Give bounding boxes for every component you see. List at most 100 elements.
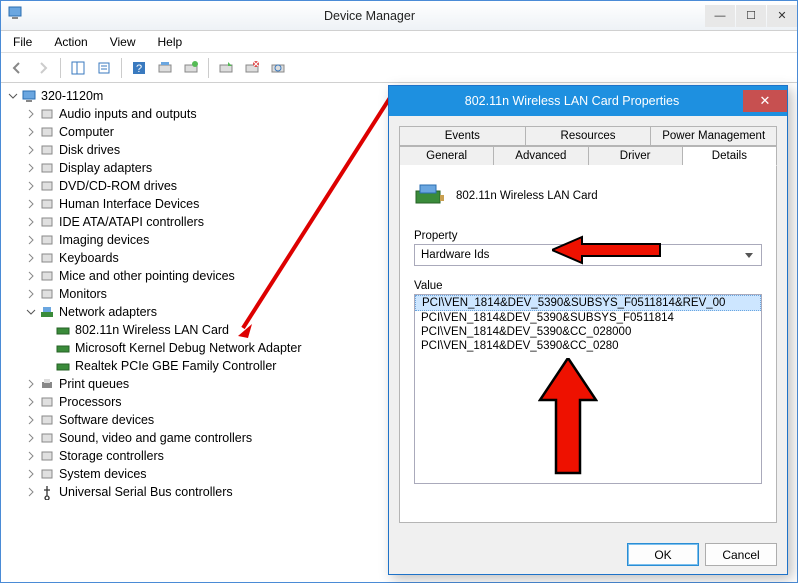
menu-file[interactable]: File xyxy=(7,33,38,51)
svg-text:?: ? xyxy=(136,63,142,75)
show-hide-tree-button[interactable] xyxy=(66,56,90,80)
network-card-icon xyxy=(414,177,446,214)
tab-advanced[interactable]: Advanced xyxy=(494,146,588,166)
tree-child-label: Realtek PCIe GBE Family Controller xyxy=(75,359,276,373)
expander-icon[interactable] xyxy=(25,288,37,300)
tree-item-label: Universal Serial Bus controllers xyxy=(59,485,233,499)
expander-icon[interactable] xyxy=(25,198,37,210)
expander-icon[interactable] xyxy=(25,216,37,228)
default-icon xyxy=(39,196,55,212)
minimize-button[interactable]: — xyxy=(705,5,735,27)
tree-item-label: Display adapters xyxy=(59,161,152,175)
tree-root-label: 320-1120m xyxy=(41,89,103,103)
menu-help[interactable]: Help xyxy=(152,33,189,51)
tab-details[interactable]: Details xyxy=(683,146,777,166)
device-header: 802.11n Wireless LAN Card xyxy=(414,177,762,214)
usb-icon xyxy=(39,484,55,500)
expander-icon[interactable] xyxy=(25,234,37,246)
value-row[interactable]: PCI\VEN_1814&DEV_5390&SUBSYS_F0511814 xyxy=(415,311,761,325)
default-icon xyxy=(39,394,55,410)
help-button[interactable]: ? xyxy=(127,56,151,80)
tree-item-label: IDE ATA/ATAPI controllers xyxy=(59,215,204,229)
toolbar-separator xyxy=(208,58,209,78)
default-icon xyxy=(39,448,55,464)
window-title: Device Manager xyxy=(35,9,704,23)
device-name: 802.11n Wireless LAN Card xyxy=(456,190,598,202)
expander-icon[interactable] xyxy=(7,90,19,102)
expander-icon[interactable] xyxy=(25,306,37,318)
app-icon xyxy=(7,5,29,27)
default-icon xyxy=(39,214,55,230)
tab-events[interactable]: Events xyxy=(399,126,526,146)
tree-item-label: Imaging devices xyxy=(59,233,149,247)
tree-item-label: Disk drives xyxy=(59,143,120,157)
default-icon xyxy=(39,178,55,194)
expander-icon[interactable] xyxy=(25,378,37,390)
expander-icon[interactable] xyxy=(25,108,37,120)
default-icon xyxy=(39,124,55,140)
tab-general[interactable]: General xyxy=(399,146,494,166)
scan-hardware-button[interactable] xyxy=(153,56,177,80)
expander-icon[interactable] xyxy=(25,414,37,426)
toolbar: ? xyxy=(1,53,797,83)
tree-item-label: Computer xyxy=(59,125,114,139)
network-icon xyxy=(39,304,55,320)
tree-item-label: Audio inputs and outputs xyxy=(59,107,197,121)
tab-power-management[interactable]: Power Management xyxy=(651,126,777,146)
default-icon xyxy=(39,106,55,122)
expander-icon[interactable] xyxy=(25,270,37,282)
expander-icon[interactable] xyxy=(25,486,37,498)
scan-changes-button[interactable] xyxy=(266,56,290,80)
tree-item-label: Print queues xyxy=(59,377,129,391)
property-dropdown-value: Hardware Ids xyxy=(421,249,489,261)
expander-icon[interactable] xyxy=(25,432,37,444)
uninstall-button[interactable] xyxy=(240,56,264,80)
tab-driver[interactable]: Driver xyxy=(589,146,683,166)
tree-item-label: Human Interface Devices xyxy=(59,197,199,211)
default-icon xyxy=(39,412,55,428)
expander-icon[interactable] xyxy=(25,126,37,138)
value-row[interactable]: PCI\VEN_1814&DEV_5390&SUBSYS_F0511814&RE… xyxy=(415,295,761,311)
tree-item-label: Keyboards xyxy=(59,251,119,265)
close-button[interactable]: ✕ xyxy=(767,5,797,27)
update-driver-button[interactable] xyxy=(179,56,203,80)
menu-view[interactable]: View xyxy=(104,33,142,51)
dialog-title: 802.11n Wireless LAN Card Properties xyxy=(401,94,743,108)
default-icon xyxy=(39,466,55,482)
tree-item-label: Processors xyxy=(59,395,122,409)
tree-item-label: Mice and other pointing devices xyxy=(59,269,235,283)
dialog-close-button[interactable]: ✕ xyxy=(743,90,787,112)
cancel-button[interactable]: Cancel xyxy=(705,543,777,566)
value-row[interactable]: PCI\VEN_1814&DEV_5390&CC_028000 xyxy=(415,325,761,339)
expander-icon[interactable] xyxy=(25,396,37,408)
default-icon xyxy=(39,430,55,446)
expander-icon[interactable] xyxy=(25,252,37,264)
tab-resources[interactable]: Resources xyxy=(526,126,652,146)
enable-button[interactable] xyxy=(214,56,238,80)
tabs-row-1: Events Resources Power Management xyxy=(399,126,777,146)
tree-item-label: System devices xyxy=(59,467,147,481)
properties-dialog: 802.11n Wireless LAN Card Properties ✕ E… xyxy=(388,85,788,575)
properties-button[interactable] xyxy=(92,56,116,80)
expander-icon[interactable] xyxy=(25,162,37,174)
menu-action[interactable]: Action xyxy=(48,33,93,51)
computer-icon xyxy=(21,88,37,104)
expander-icon[interactable] xyxy=(25,468,37,480)
value-listbox[interactable]: PCI\VEN_1814&DEV_5390&SUBSYS_F0511814&RE… xyxy=(414,294,762,484)
default-icon xyxy=(39,160,55,176)
back-button[interactable] xyxy=(5,56,29,80)
property-dropdown[interactable]: Hardware Ids xyxy=(414,244,762,266)
expander-icon[interactable] xyxy=(25,180,37,192)
window-buttons: — ☐ ✕ xyxy=(704,5,797,27)
ok-button[interactable]: OK xyxy=(627,543,699,566)
default-icon xyxy=(39,142,55,158)
titlebar: Device Manager — ☐ ✕ xyxy=(1,1,797,31)
default-icon xyxy=(39,268,55,284)
expander-icon[interactable] xyxy=(25,144,37,156)
device-icon xyxy=(55,340,71,356)
value-row[interactable]: PCI\VEN_1814&DEV_5390&CC_0280 xyxy=(415,339,761,353)
maximize-button[interactable]: ☐ xyxy=(736,5,766,27)
forward-button[interactable] xyxy=(31,56,55,80)
expander-icon[interactable] xyxy=(25,450,37,462)
default-icon xyxy=(39,286,55,302)
